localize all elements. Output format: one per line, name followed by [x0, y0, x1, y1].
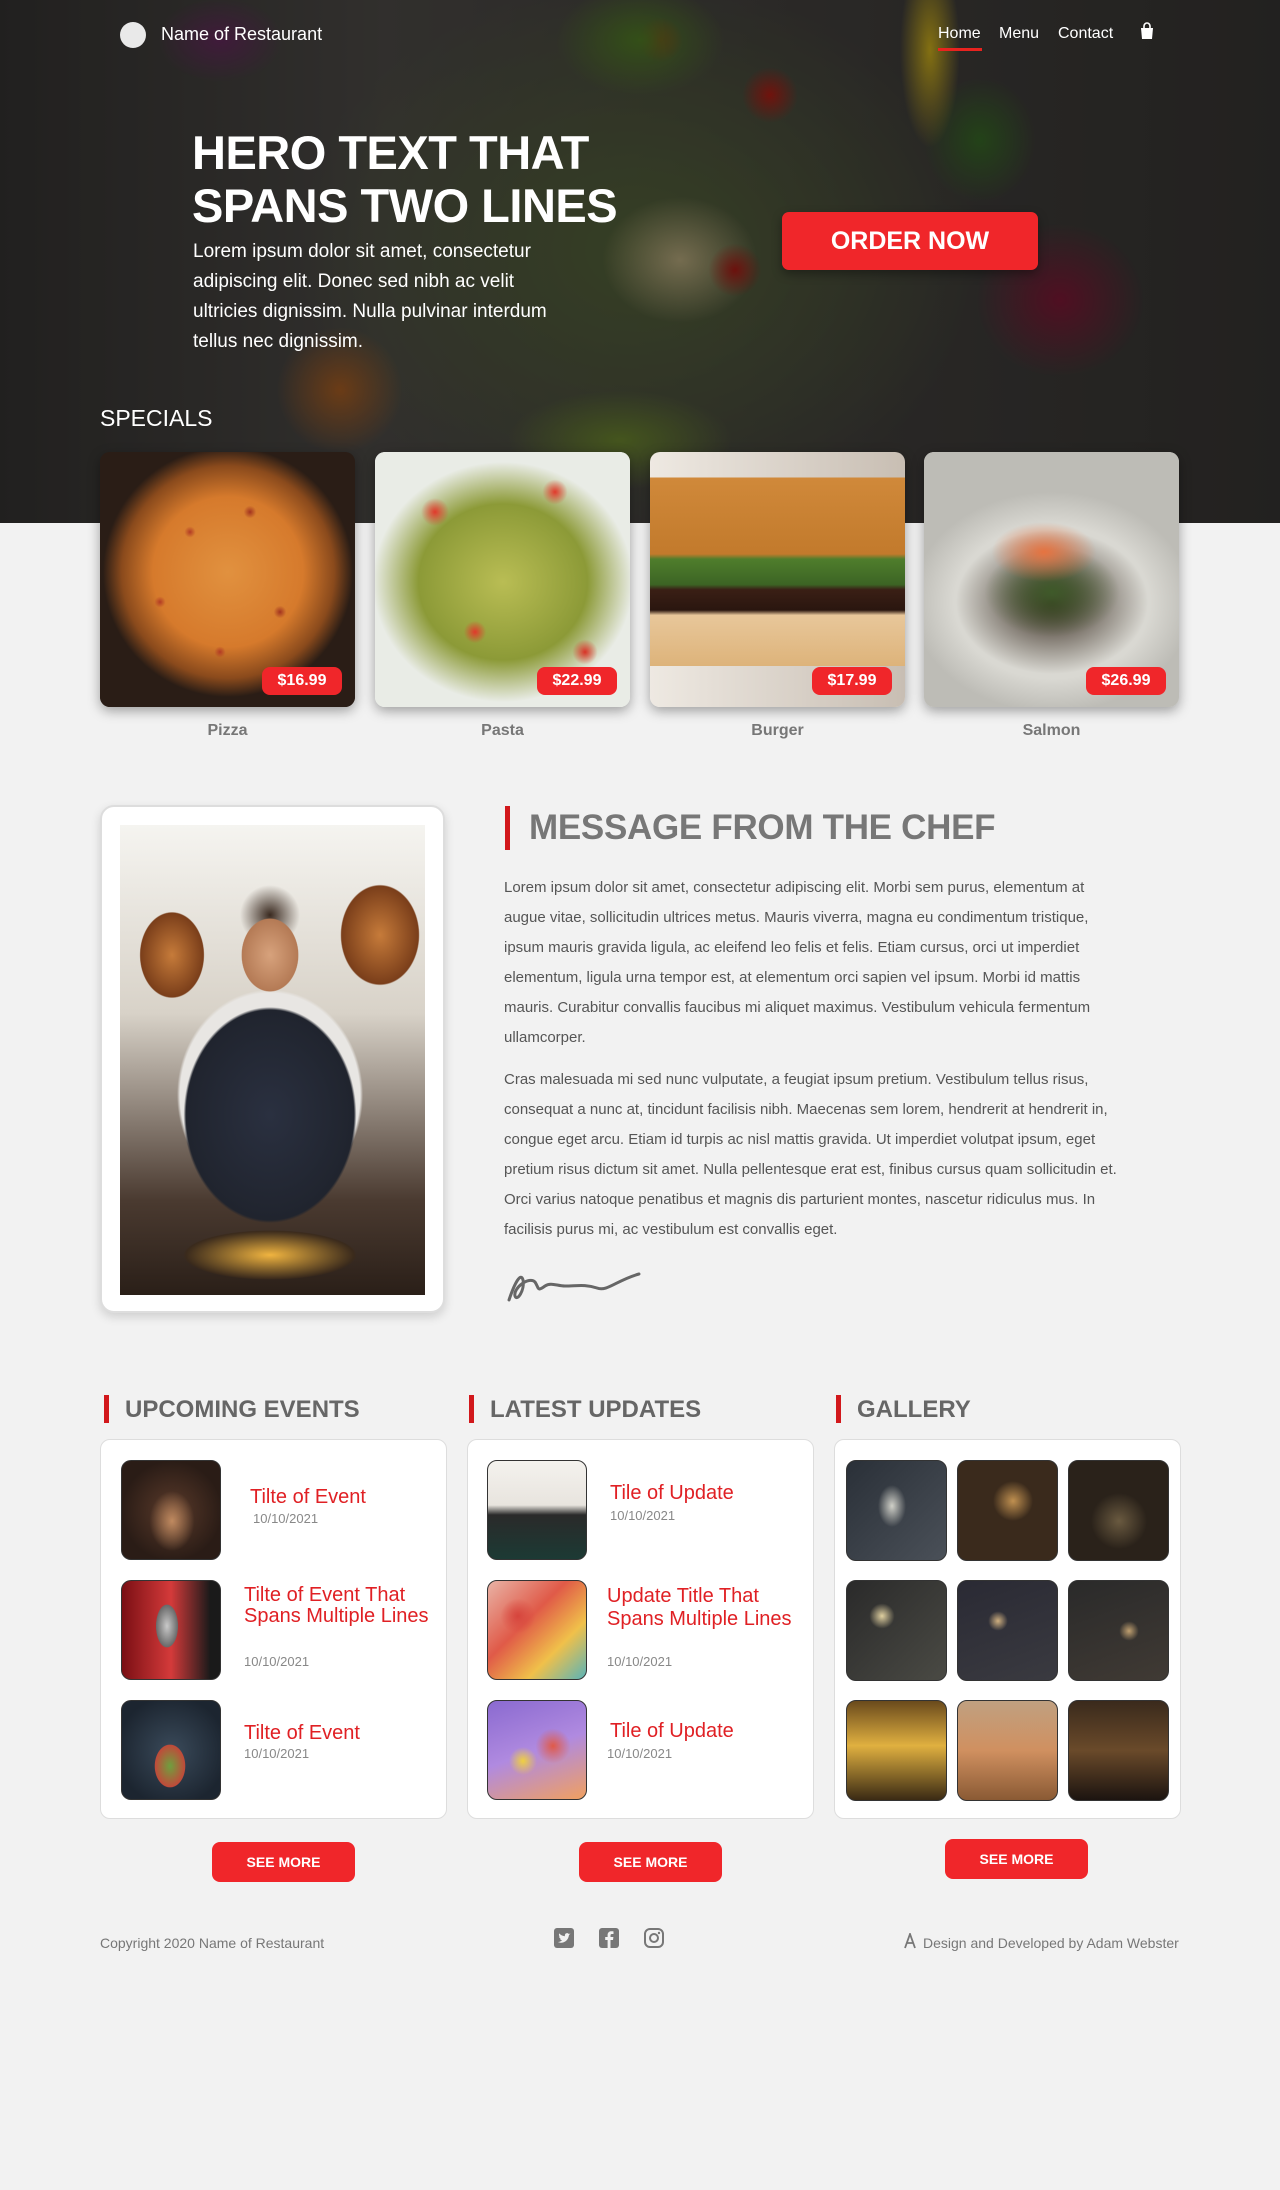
- gallery-image[interactable]: [957, 1700, 1058, 1801]
- special-name: Pizza: [207, 722, 248, 739]
- special-name: Pasta: [481, 722, 524, 739]
- special-name: Salmon: [1022, 722, 1081, 739]
- price-badge: $26.99: [1086, 667, 1166, 695]
- update-date: 10/10/2021: [607, 1654, 673, 1669]
- heading-accent-bar: [836, 1395, 841, 1423]
- gallery-see-more-button[interactable]: SEE MORE: [945, 1839, 1088, 1879]
- facebook-icon[interactable]: [598, 1927, 620, 1949]
- events-heading: UPCOMING EVENTS: [125, 1396, 360, 1423]
- event-date: 10/10/2021: [244, 1654, 310, 1669]
- event-title[interactable]: Tilte of Event That Spans Multiple Lines: [244, 1585, 434, 1627]
- hero-description: Lorem ipsum dolor sit amet, consectetur …: [193, 241, 547, 352]
- specials-heading: SPECIALS: [100, 405, 213, 431]
- hero-section: Name of Restaurant Home Menu Contact HER…: [0, 0, 1280, 523]
- event-date: 10/10/2021: [244, 1746, 310, 1761]
- event-title[interactable]: Tilte of Event: [250, 1487, 366, 1508]
- heading-accent-bar: [469, 1395, 474, 1423]
- gallery-image[interactable]: [957, 1580, 1058, 1681]
- nav-active-indicator: [938, 48, 982, 51]
- gallery-image[interactable]: [846, 1700, 947, 1801]
- gallery-heading: GALLERY: [857, 1396, 971, 1423]
- brand-logo[interactable]: [120, 22, 146, 48]
- heading-accent-bar: [104, 1395, 109, 1423]
- event-thumbnail[interactable]: [121, 1580, 221, 1680]
- event-thumbnail[interactable]: [121, 1460, 221, 1560]
- update-thumbnail[interactable]: [487, 1460, 587, 1560]
- update-date: 10/10/2021: [610, 1508, 676, 1523]
- nav-link-contact[interactable]: Contact: [1058, 25, 1113, 43]
- special-card-burger[interactable]: $17.99: [650, 452, 905, 707]
- chef-signature: [507, 1272, 641, 1302]
- twitter-icon[interactable]: [553, 1927, 575, 1949]
- event-date: 10/10/2021: [253, 1511, 319, 1526]
- update-title[interactable]: Tile of Update: [610, 1721, 734, 1742]
- updates-see-more-button[interactable]: SEE MORE: [579, 1842, 722, 1882]
- special-card-pizza[interactable]: $16.99: [100, 452, 355, 707]
- gallery-image[interactable]: [957, 1460, 1058, 1561]
- event-title[interactable]: Tilte of Event: [244, 1723, 360, 1744]
- update-thumbnail[interactable]: [487, 1580, 587, 1680]
- instagram-icon[interactable]: [643, 1927, 665, 1949]
- nav-link-home[interactable]: Home: [938, 25, 981, 43]
- order-now-button[interactable]: ORDER NOW: [782, 212, 1038, 270]
- events-panel: Tilte of Event 10/10/2021 Tilte of Event…: [100, 1439, 447, 1819]
- price-badge: $17.99: [812, 667, 892, 695]
- event-thumbnail[interactable]: [121, 1700, 221, 1800]
- nav-link-menu[interactable]: Menu: [999, 25, 1039, 43]
- gallery-image[interactable]: [1068, 1700, 1169, 1801]
- top-navigation: Name of Restaurant Home Menu Contact: [0, 0, 1280, 70]
- events-see-more-button[interactable]: SEE MORE: [212, 1842, 355, 1882]
- copyright-text: Copyright 2020 Name of Restaurant: [100, 1935, 325, 1951]
- gallery-panel: [834, 1439, 1181, 1819]
- chef-message-paragraph: Cras malesuada mi sed nunc vulputate, a …: [504, 1071, 1117, 1238]
- update-date: 10/10/2021: [607, 1746, 673, 1761]
- update-thumbnail[interactable]: [487, 1700, 587, 1800]
- gallery-image[interactable]: [1068, 1580, 1169, 1681]
- special-name: Burger: [751, 722, 804, 739]
- shopping-bag-icon[interactable]: [1139, 22, 1155, 40]
- developer-logo-icon: [904, 1933, 916, 1949]
- brand-name[interactable]: Name of Restaurant: [161, 24, 322, 45]
- update-title[interactable]: Update Title That Spans Multiple Lines: [607, 1585, 797, 1631]
- special-card-pasta[interactable]: $22.99: [375, 452, 630, 707]
- chef-message-title: MESSAGE FROM THE CHEF: [529, 808, 996, 847]
- gallery-image[interactable]: [1068, 1460, 1169, 1561]
- price-badge: $16.99: [262, 667, 342, 695]
- hero-title: HERO TEXT THAT SPANS TWO LINES: [192, 126, 618, 232]
- updates-heading: LATEST UPDATES: [490, 1396, 702, 1423]
- gallery-image[interactable]: [846, 1460, 947, 1561]
- updates-panel: Tile of Update 10/10/2021 Update Title T…: [467, 1439, 814, 1819]
- developer-credit: Design and Developed by Adam Webster: [923, 1935, 1179, 1951]
- gallery-image[interactable]: [846, 1580, 947, 1681]
- chef-photo: [120, 825, 425, 1295]
- hero-background-image: [0, 0, 1280, 523]
- chef-message-paragraph: Lorem ipsum dolor sit amet, consectetur …: [504, 879, 1091, 1046]
- heading-accent-bar: [505, 806, 510, 850]
- update-title[interactable]: Tile of Update: [610, 1483, 734, 1504]
- special-card-salmon[interactable]: $26.99: [924, 452, 1179, 707]
- price-badge: $22.99: [537, 667, 617, 695]
